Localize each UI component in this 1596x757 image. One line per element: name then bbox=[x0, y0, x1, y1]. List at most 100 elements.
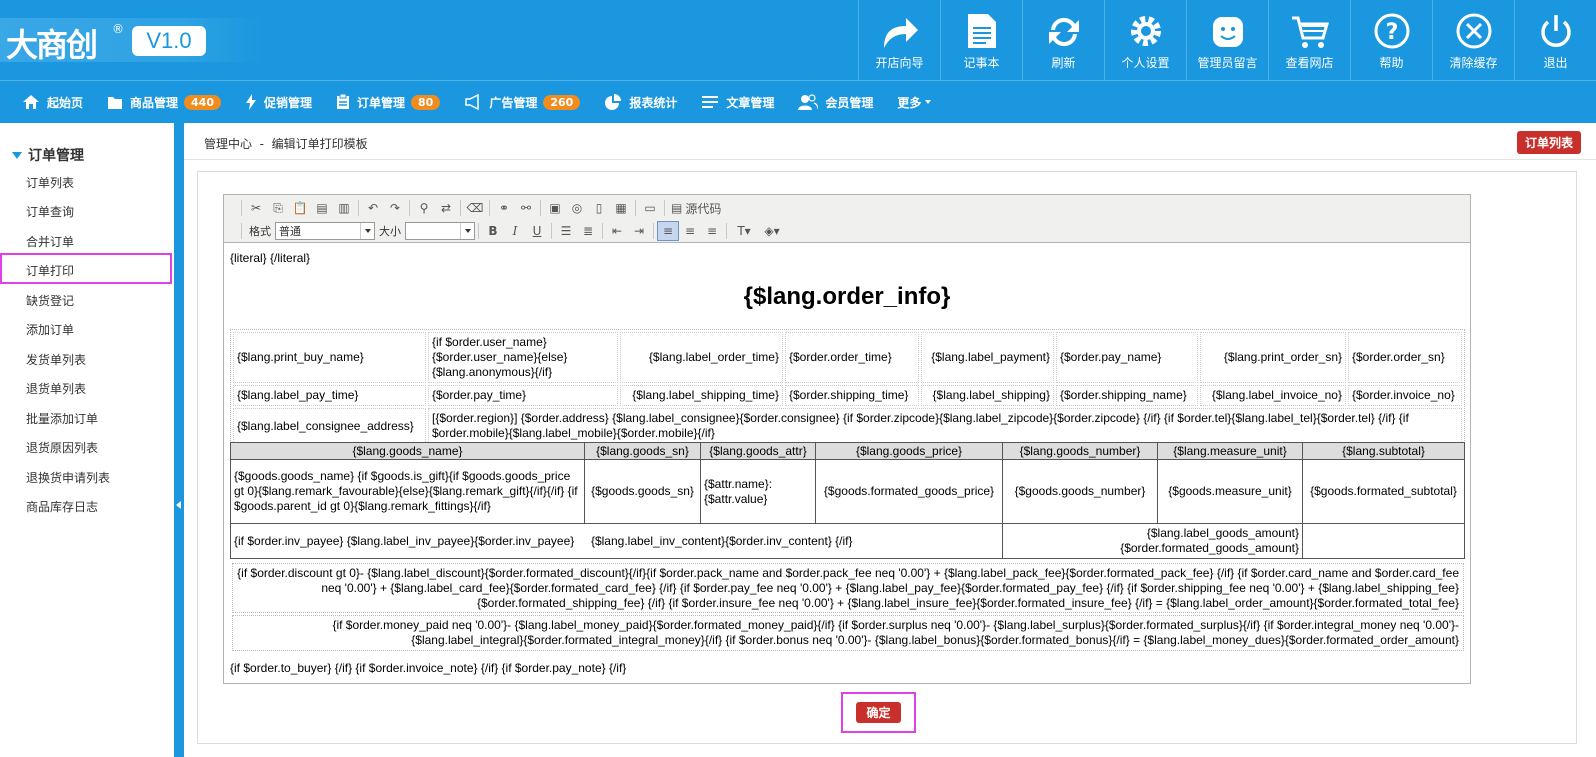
paste-text-icon[interactable]: ▤ bbox=[311, 198, 333, 218]
undo-icon[interactable]: ↶ bbox=[362, 198, 384, 218]
redo-icon[interactable]: ↷ bbox=[384, 198, 406, 218]
sidebar-item-return-reasons[interactable]: 退货原因列表 bbox=[26, 439, 98, 456]
cut-icon[interactable]: ✂ bbox=[245, 198, 267, 218]
tool-label: 记事本 bbox=[963, 56, 1000, 70]
sidebar-header-label: 订单管理 bbox=[28, 148, 84, 164]
refresh-icon bbox=[1048, 17, 1079, 47]
text-color-icon[interactable]: T▾ bbox=[730, 221, 758, 241]
bold-icon[interactable]: B bbox=[482, 221, 504, 241]
underline-icon[interactable]: U bbox=[526, 221, 548, 241]
nav-orders[interactable]: 订单管理 80 bbox=[336, 94, 441, 111]
tool-logout[interactable]: 退出 bbox=[1514, 0, 1596, 80]
preview-icon[interactable]: ▭ bbox=[639, 198, 661, 218]
format-label: 格式 bbox=[249, 225, 271, 238]
paste-icon[interactable]: 📋 bbox=[289, 198, 311, 218]
indent-icon[interactable]: ⇥ bbox=[628, 221, 650, 241]
sidebar-item-merge-orders[interactable]: 合并订单 bbox=[26, 233, 74, 250]
link-icon[interactable]: ⚭ bbox=[493, 198, 515, 218]
sidebar-item-add-order[interactable]: 添加订单 bbox=[26, 321, 74, 338]
tool-clear-cache[interactable]: 清除缓存 bbox=[1432, 0, 1514, 80]
replace-icon[interactable]: ⇄ bbox=[435, 198, 457, 218]
format-select[interactable]: 普通 bbox=[275, 222, 375, 240]
tool-admin-message[interactable]: 管理员留言 bbox=[1186, 0, 1268, 80]
align-right-icon[interactable]: ≡ bbox=[701, 221, 723, 241]
table-cell: {$goods.formated_subtotal} bbox=[1302, 459, 1465, 524]
ordered-list-icon[interactable]: ☰ bbox=[555, 221, 577, 241]
copy-icon[interactable]: ⎘ bbox=[267, 198, 289, 218]
breadcrumb-root[interactable]: 管理中心 bbox=[204, 137, 252, 151]
paste-word-icon[interactable]: ▥ bbox=[333, 198, 355, 218]
table-cell: {if $order.user_name} {$order.user_name}… bbox=[428, 332, 618, 383]
sidebar-item-delivery-list[interactable]: 发货单列表 bbox=[26, 351, 86, 368]
outdent-icon[interactable]: ⇤ bbox=[606, 221, 628, 241]
nav-members[interactable]: 会员管理 bbox=[798, 94, 873, 111]
table-cell: {$lang.label_shipping} bbox=[921, 385, 1054, 406]
ads-count-badge: 260 bbox=[543, 94, 581, 110]
unordered-list-icon[interactable]: ≣ bbox=[577, 221, 599, 241]
nav-more[interactable]: 更多 bbox=[897, 94, 932, 111]
eraser-icon[interactable]: ⌫ bbox=[464, 198, 486, 218]
nav-orders-label: 订单管理 bbox=[357, 95, 406, 110]
tool-refresh[interactable]: 刷新 bbox=[1022, 0, 1104, 80]
nav-ads-label: 广告管理 bbox=[489, 95, 538, 110]
tool-label: 管理员留言 bbox=[1197, 56, 1258, 70]
table-cell: {$lang.label_shipping_time} bbox=[620, 385, 783, 406]
align-left-icon[interactable]: ≡ bbox=[657, 221, 679, 241]
main-nav: 起始页 商品管理 440 促销管理 订单管理 80 广告管理 260 报表统计 … bbox=[0, 80, 1596, 123]
lightning-icon bbox=[246, 94, 256, 110]
notepad-icon bbox=[967, 14, 996, 48]
toolbar-row-2: 格式 普通 大小 B I U ☰ ≣ ⇤ ⇥ ≡ ≡ ≡ T▾ ◈▾ bbox=[238, 220, 786, 242]
cart-icon bbox=[1291, 16, 1329, 48]
sidebar-item-order-query[interactable]: 订单查询 bbox=[26, 203, 74, 220]
new-page-icon[interactable]: ▯ bbox=[588, 198, 610, 218]
collapse-arrow-icon bbox=[176, 501, 181, 509]
nav-promo[interactable]: 促销管理 bbox=[245, 94, 312, 111]
orders-count-badge: 80 bbox=[411, 94, 441, 110]
table-cell: {$lang.print_buy_name} bbox=[233, 332, 426, 383]
tool-store-wizard[interactable]: 开店向导 bbox=[858, 0, 940, 80]
image-icon[interactable]: ▣ bbox=[544, 198, 566, 218]
tool-notepad[interactable]: 记事本 bbox=[940, 0, 1022, 80]
tool-label: 清除缓存 bbox=[1449, 56, 1498, 70]
size-select[interactable] bbox=[405, 222, 475, 240]
sidebar-header[interactable]: 订单管理 bbox=[12, 145, 84, 165]
nav-goods[interactable]: 商品管理 440 bbox=[107, 94, 221, 111]
goods-count-badge: 440 bbox=[184, 94, 221, 110]
column-header: {$lang.subtotal} bbox=[1302, 442, 1465, 460]
sidebar-item-batch-add[interactable]: 批量添加订单 bbox=[26, 410, 98, 427]
align-center-icon[interactable]: ≡ bbox=[679, 221, 701, 241]
goods-table: {$lang.goods_name} {$lang.goods_sn} {$la… bbox=[230, 442, 1465, 559]
sidebar-toggle[interactable] bbox=[174, 123, 184, 757]
background-color-icon[interactable]: ◈▾ bbox=[758, 221, 786, 241]
confirm-button[interactable]: 确定 bbox=[856, 702, 901, 723]
tool-personal-settings[interactable]: 个人设置 bbox=[1104, 0, 1186, 80]
nav-articles[interactable]: 文章管理 bbox=[701, 94, 774, 111]
source-code-button[interactable]: ▤ 源代码 bbox=[668, 198, 724, 218]
folder-icon bbox=[108, 96, 123, 109]
table-cell: {$lang.label_goods_amount}{$order.format… bbox=[1002, 523, 1303, 559]
unlink-icon[interactable]: ⚯ bbox=[515, 198, 537, 218]
clear-icon bbox=[1456, 13, 1491, 49]
order-list-button[interactable]: 订单列表 bbox=[1516, 131, 1581, 154]
tool-help[interactable]: ? 帮助 bbox=[1350, 0, 1432, 80]
italic-icon[interactable]: I bbox=[504, 221, 526, 241]
sidebar-item-order-print[interactable]: 订单打印 bbox=[26, 262, 74, 279]
table-icon[interactable]: ▦ bbox=[610, 198, 632, 218]
editor-body[interactable]: {literal} {/literal} {$lang.order_info} … bbox=[224, 243, 1470, 683]
sidebar-item-exchange-requests[interactable]: 退换货申请列表 bbox=[26, 469, 110, 486]
nav-home-label: 起始页 bbox=[47, 95, 84, 110]
nav-home[interactable]: 起始页 bbox=[22, 94, 83, 111]
sidebar-item-return-list[interactable]: 退货单列表 bbox=[26, 380, 86, 397]
flash-icon[interactable]: ◎ bbox=[566, 198, 588, 218]
sidebar-item-out-of-stock[interactable]: 缺货登记 bbox=[26, 292, 74, 309]
find-icon[interactable]: ⚲ bbox=[413, 198, 435, 218]
nav-ads[interactable]: 广告管理 260 bbox=[464, 94, 581, 111]
nav-stats[interactable]: 报表统计 bbox=[604, 94, 677, 111]
breadcrumb-current: 编辑订单打印模板 bbox=[271, 137, 368, 151]
sidebar-item-order-list[interactable]: 订单列表 bbox=[26, 174, 74, 191]
table-row: {if $order.inv_payee} {$lang.label_inv_p… bbox=[230, 523, 1465, 559]
sidebar-item-stock-log[interactable]: 商品库存日志 bbox=[26, 498, 98, 515]
smiley-message-icon bbox=[1212, 17, 1243, 47]
table-cell: {$goods.goods_sn} bbox=[584, 459, 701, 524]
tool-view-store[interactable]: 查看网店 bbox=[1268, 0, 1350, 80]
